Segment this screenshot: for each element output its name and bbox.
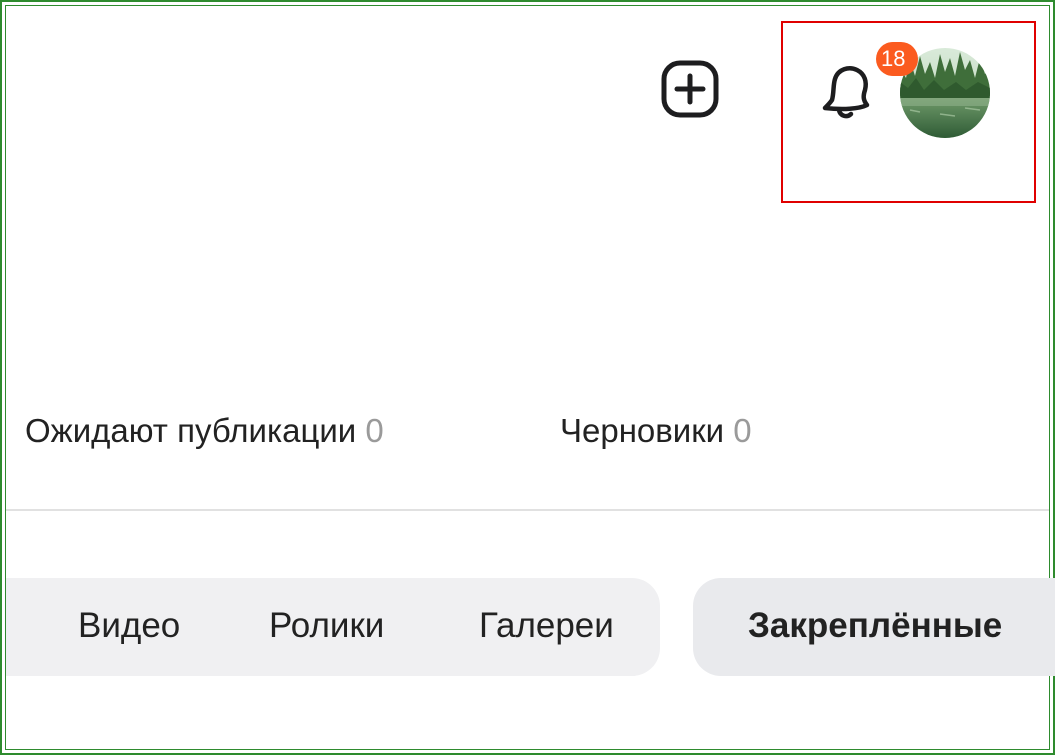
bell-icon — [822, 66, 870, 119]
notifications-button[interactable] — [812, 60, 878, 122]
tab-video[interactable]: Видео — [78, 606, 180, 646]
drafts-label: Черновики — [560, 412, 725, 449]
pending-publication-count: 0 — [365, 412, 384, 449]
notification-count-badge: 18 — [876, 42, 918, 76]
create-button[interactable] — [660, 60, 720, 118]
pending-publication-label: Ожидают публикации — [25, 412, 357, 449]
plus-square-icon — [661, 60, 719, 118]
pinned-label: Закреплённые — [748, 606, 1003, 645]
tab-galleries[interactable]: Галереи — [479, 606, 614, 646]
divider — [6, 509, 1049, 511]
pending-publication-filter[interactable]: Ожидают публикации 0 — [25, 412, 384, 450]
drafts-filter[interactable]: Черновики 0 — [560, 412, 752, 450]
drafts-count: 0 — [733, 412, 752, 449]
tab-clips[interactable]: Ролики — [269, 606, 384, 646]
